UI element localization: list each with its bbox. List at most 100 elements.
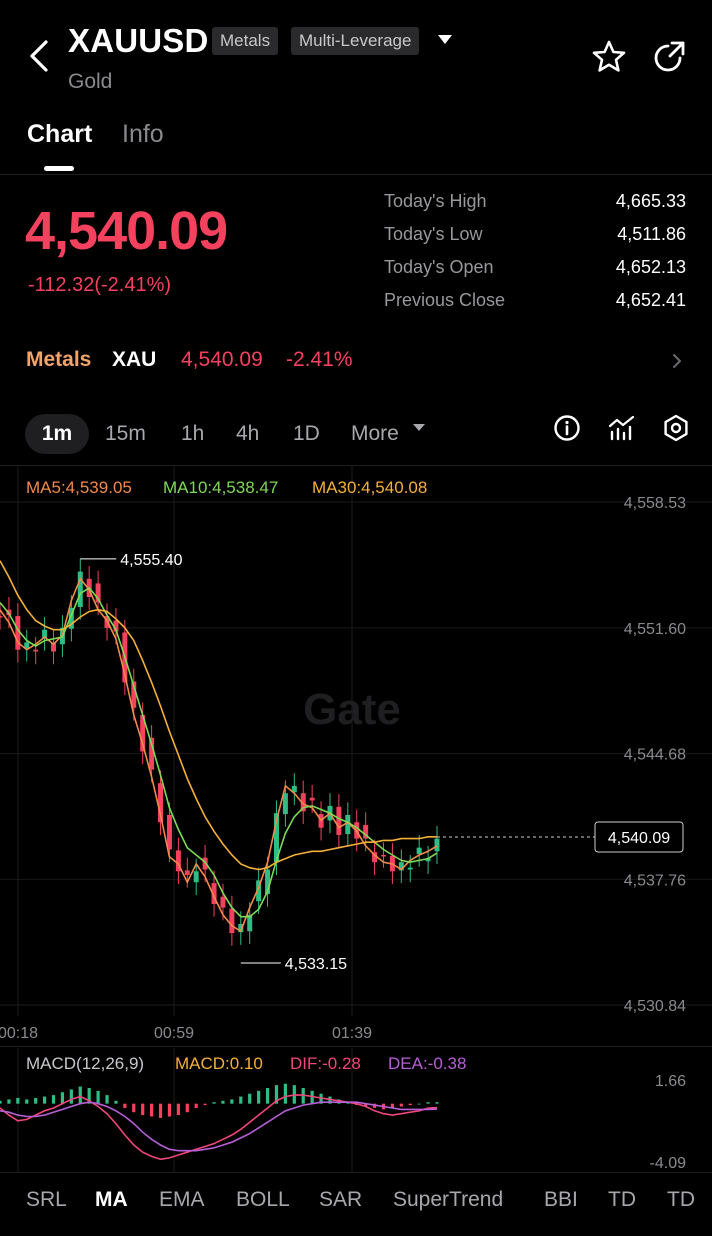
share-icon[interactable] <box>650 38 688 76</box>
macd-bar <box>426 1102 430 1104</box>
y-tick-label: 4,558.53 <box>624 495 686 512</box>
macd-bar <box>176 1103 180 1116</box>
macd-bar <box>212 1102 216 1104</box>
macd-bar <box>257 1090 261 1104</box>
ma10-legend: MA10:4,538.47 <box>163 478 279 497</box>
macd-bar <box>0 1100 2 1104</box>
indicator-ema[interactable]: EMA <box>159 1188 205 1212</box>
last-price-label: 4,540.09 <box>608 830 670 847</box>
dif-value: DIF:-0.28 <box>290 1054 361 1073</box>
high-label: 4,555.40 <box>120 552 182 569</box>
indicator-bbi[interactable]: BBI <box>544 1188 578 1212</box>
macd-value: MACD:0.10 <box>175 1054 263 1073</box>
leverage-tag: Multi-Leverage <box>291 27 420 55</box>
macd-bar <box>25 1099 29 1104</box>
macd-bar <box>203 1103 207 1106</box>
macd-bar <box>435 1102 439 1104</box>
stat-label-high: Today's High <box>384 191 487 211</box>
macd-bar <box>60 1092 65 1104</box>
stat-label-prev-close: Previous Close <box>384 290 506 310</box>
macd-bar <box>51 1095 56 1104</box>
price-change: -112.32(-2.41%) <box>28 274 172 296</box>
timeframe-1h[interactable]: 1h <box>181 414 204 454</box>
stat-value-low: 4,511.86 <box>617 224 686 244</box>
candle <box>380 854 386 857</box>
macd-bar <box>194 1103 198 1108</box>
macd-bar <box>141 1103 145 1116</box>
y-tick-label: 4,537.76 <box>624 872 686 889</box>
indicator-boll[interactable]: BOLL <box>236 1188 290 1212</box>
candle <box>193 871 199 883</box>
indicator-srl[interactable]: SRL <box>26 1188 67 1212</box>
ma5-legend: MA5:4,539.05 <box>26 478 132 497</box>
y-tick-label: 4,544.68 <box>624 747 686 764</box>
indicator-supertrend[interactable]: SuperTrend <box>393 1188 503 1212</box>
divider <box>0 174 712 175</box>
macd-bar <box>78 1086 82 1104</box>
metals-change: -2.41% <box>286 348 353 371</box>
ma30-legend: MA30:4,540.08 <box>312 478 428 497</box>
candle <box>220 896 226 908</box>
indicator-icon[interactable] <box>607 413 637 443</box>
watermark: Gate <box>303 685 401 734</box>
stat-value-prev-close: 4,652.41 <box>615 290 686 310</box>
more-dropdown-icon[interactable] <box>413 424 425 431</box>
indicator-td[interactable]: TD <box>608 1188 636 1212</box>
macd-bar <box>150 1103 154 1117</box>
macd-bar <box>167 1103 172 1117</box>
macd-bar <box>283 1083 287 1104</box>
y-tick-label: 4,551.60 <box>624 621 686 638</box>
timeframe-1m[interactable]: 1m <box>25 414 89 454</box>
candle <box>77 571 83 607</box>
y-tick-label: 4,530.84 <box>624 998 686 1015</box>
candlestick-chart[interactable]: 4,558.53 4,551.60 4,544.68 4,537.76 4,530.84… <box>0 466 712 1048</box>
timeframe-more[interactable]: More <box>351 414 399 454</box>
indicator-sar[interactable]: SAR <box>319 1188 362 1212</box>
symbol-dropdown-icon[interactable] <box>438 35 452 44</box>
back-icon[interactable] <box>26 38 54 74</box>
timeframe-4h[interactable]: 4h <box>236 414 259 454</box>
divider <box>0 1172 712 1173</box>
ma5-line <box>0 577 438 933</box>
indicator-ma[interactable]: MA <box>95 1188 128 1212</box>
metals-price: 4,540.09 <box>181 348 263 371</box>
dea-value: DEA:-0.38 <box>388 1054 467 1073</box>
candle <box>166 814 172 850</box>
x-tick-label: 00:59 <box>154 1025 194 1042</box>
indicator-td-2[interactable]: TD <box>667 1188 695 1212</box>
macd-bar <box>16 1097 20 1104</box>
tab-chart[interactable]: Chart <box>27 120 92 149</box>
candle <box>434 838 440 852</box>
macd-bar <box>105 1095 109 1104</box>
star-icon[interactable] <box>590 38 628 76</box>
timeframe-1d[interactable]: 1D <box>293 414 320 454</box>
macd-bar <box>408 1103 412 1106</box>
divider <box>0 1046 712 1047</box>
tab-info[interactable]: Info <box>122 120 164 149</box>
candle <box>184 870 190 875</box>
info-icon[interactable] <box>552 413 582 443</box>
macd-y-tick-label: 1.66 <box>655 1073 686 1090</box>
low-label: 4,533.15 <box>285 956 347 973</box>
candle <box>416 847 422 855</box>
candle <box>407 867 413 870</box>
x-tick-label: 01:39 <box>332 1025 372 1042</box>
metals-category[interactable]: Metals <box>26 348 91 372</box>
macd-bar <box>42 1096 47 1104</box>
macd-bar <box>230 1099 234 1104</box>
metals-asset[interactable]: XAU <box>112 348 156 372</box>
last-price: 4,540.09 <box>25 201 228 261</box>
stat-value-open: 4,652.13 <box>615 257 686 277</box>
macd-bar <box>69 1089 73 1104</box>
settings-icon[interactable] <box>661 413 691 443</box>
candle <box>0 616 3 618</box>
macd-bar <box>123 1103 127 1108</box>
macd-bar <box>221 1100 225 1104</box>
chevron-right-icon[interactable] <box>670 352 684 370</box>
category-tag: Metals <box>212 27 279 55</box>
symbol-title: XAUUSD <box>68 22 209 59</box>
timeframe-15m[interactable]: 15m <box>105 414 146 454</box>
macd-bar <box>265 1087 270 1104</box>
macd-bar <box>248 1093 252 1104</box>
macd-bar <box>132 1103 136 1113</box>
